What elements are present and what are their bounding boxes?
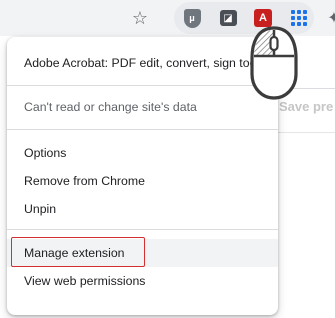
menu-item-remove[interactable]: Remove from Chrome: [7, 167, 278, 195]
puzzle-icon[interactable]: ✦: [322, 6, 335, 30]
highlight-annotation: [11, 237, 145, 267]
menu-item-site-access: Can't read or change site's data: [24, 100, 197, 114]
menu-item-options[interactable]: Options: [7, 139, 278, 167]
menu-separator: [7, 229, 278, 230]
mouse-click-icon: [250, 26, 298, 100]
star-icon[interactable]: ☆: [128, 6, 152, 30]
ublock-shield-icon[interactable]: μ: [180, 6, 204, 30]
menu-separator: [7, 85, 278, 86]
menu-item-extension-name[interactable]: Adobe Acrobat: PDF edit, convert, sign t…: [7, 49, 278, 77]
menu-item-view-permissions[interactable]: View web permissions: [7, 267, 278, 295]
menu-item-unpin[interactable]: Unpin: [7, 195, 278, 223]
page-divider: [276, 132, 335, 133]
extension-context-menu: Adobe Acrobat: PDF edit, convert, sign t…: [7, 37, 278, 315]
menu-separator: [7, 129, 278, 130]
extension-icon[interactable]: ◪: [216, 6, 240, 30]
